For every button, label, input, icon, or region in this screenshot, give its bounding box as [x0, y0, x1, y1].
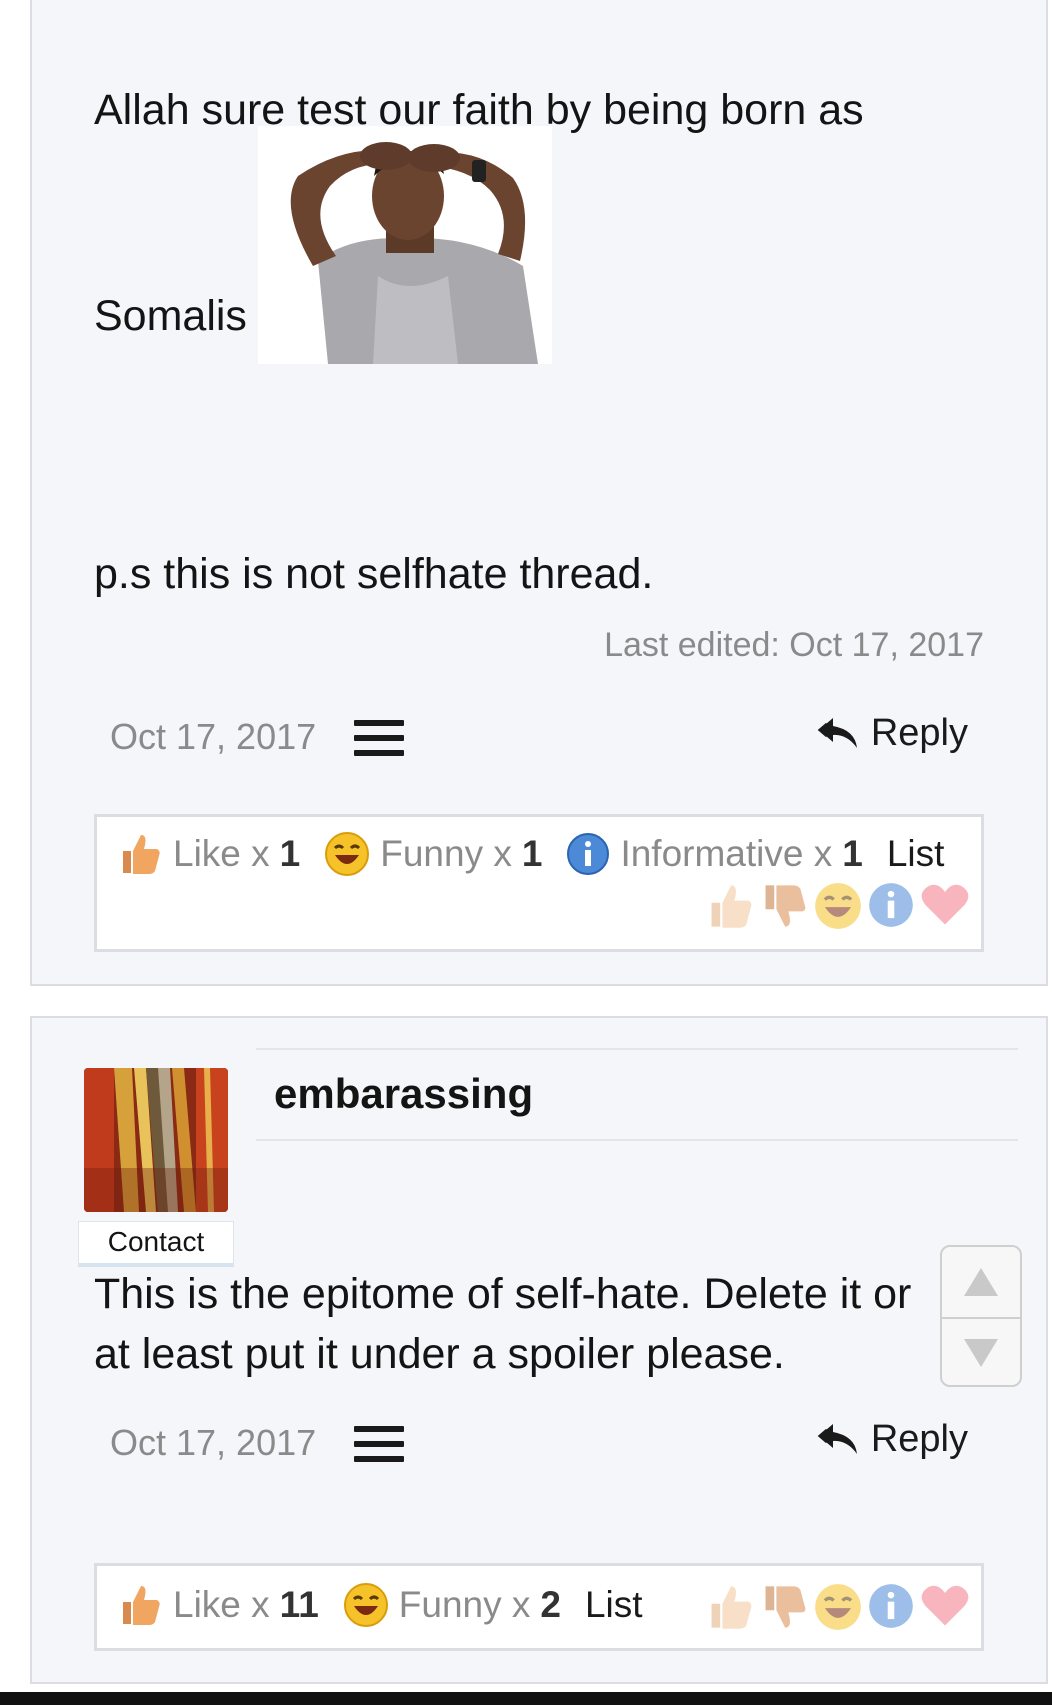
- reply-button[interactable]: Reply: [817, 1418, 968, 1461]
- reaction-funny[interactable]: Funny x 1: [324, 831, 542, 877]
- scroll-down-button[interactable]: [942, 1317, 1020, 1387]
- reaction-informative-count: 1: [842, 833, 863, 874]
- reaction-like-label: Like x: [173, 833, 270, 874]
- reaction-funny-count: 2: [540, 1584, 561, 1625]
- reply-icon: [817, 717, 857, 748]
- heart-icon[interactable]: [919, 1582, 971, 1630]
- scroll-up-button[interactable]: [942, 1247, 1020, 1317]
- reactions-bar: Like x 11 Funny x 2 List: [94, 1563, 984, 1651]
- reaction-picker[interactable]: [705, 881, 971, 931]
- post-date[interactable]: Oct 17, 2017: [110, 716, 316, 758]
- thumbs-down-icon[interactable]: [759, 1582, 809, 1632]
- scroll-control[interactable]: [940, 1245, 1022, 1387]
- divider: [256, 1139, 1018, 1141]
- menu-icon[interactable]: [354, 720, 404, 756]
- post-body-line: Somalis: [94, 292, 247, 340]
- post-date[interactable]: Oct 17, 2017: [110, 1422, 316, 1464]
- reply-label: Reply: [870, 712, 968, 754]
- thumbs-up-icon: [123, 835, 160, 874]
- post-message: embarassing Contact This is the epitome …: [30, 1016, 1048, 1684]
- reaction-like-label: Like x: [173, 1584, 270, 1625]
- reply-label: Reply: [870, 1418, 968, 1460]
- reply-icon: [817, 1423, 857, 1454]
- laughing-face-icon[interactable]: [813, 1582, 863, 1632]
- reaction-funny-label: Funny x: [398, 1584, 531, 1625]
- system-navigation-bar: [0, 1692, 1052, 1705]
- reaction-like-count: 1: [279, 833, 301, 874]
- menu-icon[interactable]: [354, 1426, 404, 1462]
- info-icon[interactable]: [867, 1582, 915, 1630]
- reaction-like[interactable]: Like x 1: [117, 831, 300, 877]
- post-message: Allah sure test our faith by being born …: [30, 0, 1048, 986]
- info-icon[interactable]: [867, 881, 915, 929]
- reaction-funny-label: Funny x: [380, 833, 512, 874]
- reaction-summary[interactable]: Like x 11 Funny x 2 List: [117, 1582, 643, 1628]
- divider: [256, 1048, 1018, 1050]
- contact-button[interactable]: Contact: [78, 1221, 234, 1267]
- reaction-summary[interactable]: Like x 1 Funny x 1 Informative x 1 List: [117, 831, 944, 877]
- arrow-up-icon: [964, 1268, 998, 1296]
- post-body: This is the epitome of self-hate. Delete…: [94, 1270, 912, 1378]
- thumbs-up-icon: [123, 1586, 160, 1625]
- reaction-funny[interactable]: Funny x 2: [343, 1582, 561, 1628]
- reaction-like[interactable]: Like x 11: [117, 1582, 319, 1628]
- reaction-like-count: 11: [279, 1584, 319, 1625]
- thumbs-up-icon[interactable]: [705, 1582, 755, 1632]
- reactions-list-link[interactable]: List: [887, 833, 945, 875]
- post-body-line: p.s this is not selfhate thread.: [94, 550, 654, 598]
- arrow-down-icon: [964, 1339, 998, 1367]
- thumbs-up-icon[interactable]: [705, 881, 755, 931]
- laughing-face-icon: [325, 832, 370, 876]
- reply-button[interactable]: Reply: [817, 712, 968, 755]
- laughing-face-icon: [343, 1583, 388, 1627]
- reaction-informative-label: Informative x: [620, 833, 833, 874]
- reaction-informative[interactable]: Informative x 1: [566, 832, 863, 876]
- last-edited-text: Last edited: Oct 17, 2017: [604, 626, 984, 664]
- thumbs-down-icon[interactable]: [759, 881, 809, 931]
- reaction-funny-count: 1: [521, 833, 543, 874]
- info-icon: [567, 833, 610, 875]
- reactions-bar: Like x 1 Funny x 1 Informative x 1 List: [94, 814, 984, 952]
- reaction-picker[interactable]: [705, 1582, 971, 1632]
- reactions-list-link[interactable]: List: [585, 1584, 643, 1626]
- heart-icon[interactable]: [919, 881, 971, 929]
- username[interactable]: embarassing: [274, 1070, 533, 1118]
- avatar[interactable]: [84, 1068, 228, 1212]
- meme-image: [258, 126, 552, 364]
- laughing-face-icon[interactable]: [813, 881, 863, 931]
